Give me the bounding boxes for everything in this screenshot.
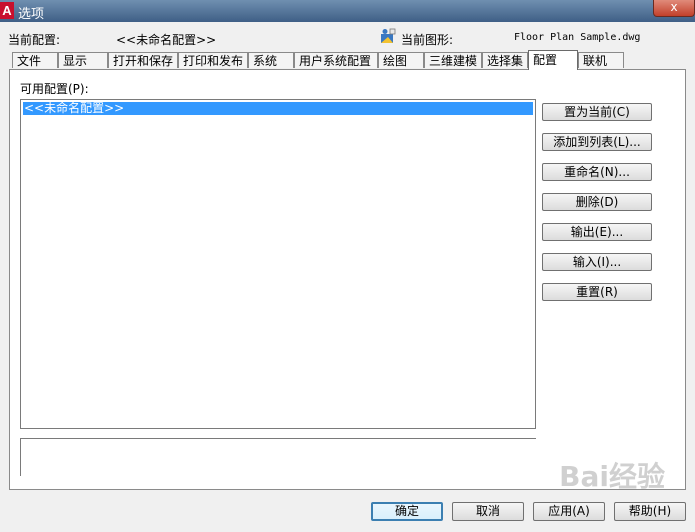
import-button[interactable]: 输入(I)... — [542, 253, 652, 271]
rename-button[interactable]: 重命名(N)... — [542, 163, 652, 181]
tab-drafting[interactable]: 绘图 — [378, 52, 424, 68]
drawing-file-icon — [380, 28, 396, 44]
tab-open-save[interactable]: 打开和保存 — [108, 52, 178, 68]
reset-button[interactable]: 重置(R) — [542, 283, 652, 301]
add-to-list-button[interactable]: 添加到列表(L)... — [542, 133, 652, 151]
close-button[interactable]: x — [653, 0, 695, 17]
help-button[interactable]: 帮助(H) — [614, 502, 686, 521]
tab-selection[interactable]: 选择集 — [482, 52, 528, 68]
ok-button[interactable]: 确定 — [371, 502, 443, 521]
available-profiles-label: 可用配置(P): — [20, 82, 89, 96]
export-button[interactable]: 输出(E)... — [542, 223, 652, 241]
tab-plot-publish[interactable]: 打印和发布 — [178, 52, 248, 68]
set-current-button[interactable]: 置为当前(C) — [542, 103, 652, 121]
profiles-listbox[interactable]: <<未命名配置>> — [20, 99, 536, 429]
tab-profiles[interactable]: 配置 — [528, 50, 578, 70]
tab-display[interactable]: 显示 — [58, 52, 108, 68]
apply-button[interactable]: 应用(A) — [533, 502, 605, 521]
tab-system[interactable]: 系统 — [248, 52, 294, 68]
tab-online[interactable]: 联机 — [578, 52, 624, 68]
window-title: 选项 — [18, 7, 45, 22]
current-drawing-label: 当前图形: — [401, 33, 454, 47]
current-profile-label: 当前配置: — [8, 33, 61, 47]
tab-user-preferences[interactable]: 用户系统配置 — [294, 52, 378, 68]
cancel-button[interactable]: 取消 — [452, 502, 524, 521]
current-drawing-value: Floor Plan Sample.dwg — [514, 32, 641, 43]
delete-button[interactable]: 删除(D) — [542, 193, 652, 211]
list-item[interactable]: <<未命名配置>> — [23, 102, 533, 115]
title-bar: A 选项 x — [0, 0, 695, 22]
autocad-logo-icon: A — [0, 2, 14, 19]
current-profile-value: <<未命名配置>> — [116, 33, 217, 47]
tab-files[interactable]: 文件 — [12, 52, 58, 68]
tab-3d-modeling[interactable]: 三维建模 — [424, 52, 482, 68]
profile-description-box — [20, 438, 536, 476]
info-bar: 当前配置: <<未命名配置>> 当前图形: Floor Plan Sample.… — [0, 22, 695, 50]
